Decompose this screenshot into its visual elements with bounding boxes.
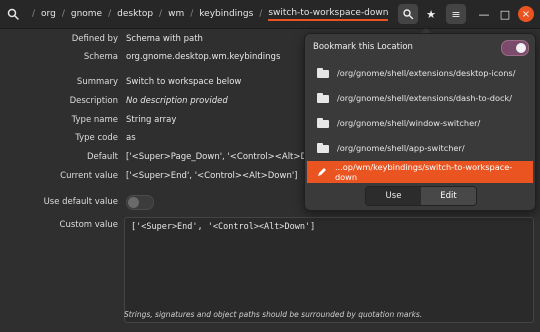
search-button[interactable] <box>398 4 418 24</box>
search-icon[interactable] <box>6 7 20 21</box>
prop-value: Schema with path <box>126 34 203 44</box>
header-bar: / org / gnome / desktop / wm / keybindin… <box>0 0 540 29</box>
pencil-icon <box>317 167 327 177</box>
prop-value: as <box>126 133 136 143</box>
breadcrumb-item[interactable]: org <box>41 9 56 19</box>
prop-label: Summary <box>76 77 118 87</box>
bookmark-path: /org/gnome/shell/window-switcher/ <box>337 118 481 128</box>
maximize-button[interactable]: □ <box>495 4 515 24</box>
prop-value: String array <box>126 115 177 125</box>
custom-value-text[interactable]: ['<Super>End', '<Control><Alt>Down'] <box>131 222 315 232</box>
breadcrumb-item[interactable]: wm <box>168 9 184 19</box>
use-default-switch[interactable] <box>126 194 154 210</box>
bookmark-path: /org/gnome/shell/app-switcher/ <box>337 143 465 153</box>
custom-value-editor[interactable]: ['<Super>End', '<Control><Alt>Down'] <box>124 217 534 323</box>
prop-label: Custom value <box>59 220 118 230</box>
bookmarks-popover: Bookmark this Location /org/gnome/shell/… <box>304 33 536 211</box>
prop-value: ['<Super>Page_Down', '<Control><Alt>Down… <box>126 152 331 162</box>
breadcrumb-separator: / <box>61 9 65 19</box>
prop-label: Use default value <box>43 197 118 207</box>
edit-button[interactable]: Edit <box>421 187 476 205</box>
popover-title: Bookmark this Location <box>313 42 413 52</box>
breadcrumb-separator: / <box>32 9 36 19</box>
prop-value: Switch to workspace below <box>126 77 242 87</box>
breadcrumb-item[interactable]: keybindings <box>199 9 253 19</box>
minimize-icon: — <box>478 7 490 21</box>
prop-label: Current value <box>60 171 118 181</box>
prop-label: Type name <box>71 115 118 125</box>
dconf-editor-window: / org / gnome / desktop / wm / keybindin… <box>0 0 540 332</box>
close-icon: × <box>521 8 531 20</box>
use-button[interactable]: Use <box>366 187 421 205</box>
bookmark-button[interactable]: ★ <box>421 4 441 24</box>
breadcrumb-current[interactable]: switch-to-workspace-down <box>268 8 389 21</box>
bookmark-item[interactable]: /org/gnome/shell/window-switcher/ <box>307 112 533 134</box>
bookmark-mode-switch: Use Edit <box>365 186 477 206</box>
bookmark-path: /org/gnome/shell/extensions/dash-to-dock… <box>337 93 513 103</box>
breadcrumb-item[interactable]: desktop <box>117 9 153 19</box>
prop-label: Defined by <box>71 34 118 44</box>
folder-icon <box>317 93 329 103</box>
prop-value: No description provided <box>126 96 228 106</box>
breadcrumb-item[interactable]: gnome <box>71 9 102 19</box>
breadcrumb: / org / gnome / desktop / wm / keybindin… <box>6 0 389 28</box>
menu-icon: ≡ <box>451 7 461 21</box>
close-button[interactable]: × <box>518 6 534 22</box>
search-icon <box>403 9 414 20</box>
prop-label: Schema <box>83 52 118 62</box>
breadcrumb-separator: / <box>190 9 194 19</box>
breadcrumb-separator: / <box>108 9 112 19</box>
hint-text: Strings, signatures and object paths sho… <box>124 310 423 319</box>
prop-value: org.gnome.desktop.wm.keybindings <box>126 52 281 62</box>
folder-icon <box>317 143 329 153</box>
breadcrumb-separator: / <box>159 9 163 19</box>
minimize-button[interactable]: — <box>474 4 494 24</box>
bookmark-path: ...op/wm/keybindings/switch-to-workspace… <box>334 162 513 182</box>
folder-icon <box>317 118 329 128</box>
prop-label: Default <box>86 152 118 162</box>
bookmark-path: /org/gnome/shell/extensions/desktop-icon… <box>337 68 516 78</box>
maximize-icon: □ <box>499 7 511 21</box>
folder-icon <box>317 68 329 78</box>
bookmark-item[interactable]: /org/gnome/shell/app-switcher/ <box>307 137 533 159</box>
bookmark-toggle[interactable] <box>501 40 529 56</box>
breadcrumb-separator: / <box>259 9 263 19</box>
prop-label: Description <box>69 96 118 106</box>
menu-button[interactable]: ≡ <box>446 4 466 24</box>
prop-value: ['<Super>End', '<Control><Alt>Down'] <box>126 171 298 181</box>
bookmark-item[interactable]: /org/gnome/shell/extensions/dash-to-dock… <box>307 87 533 109</box>
bookmark-item-active[interactable]: ...op/wm/keybindings/switch-to-workspace… <box>307 161 533 183</box>
star-icon: ★ <box>426 7 436 21</box>
prop-label: Type code <box>75 133 118 143</box>
bookmark-item[interactable]: /org/gnome/shell/extensions/desktop-icon… <box>307 62 533 84</box>
